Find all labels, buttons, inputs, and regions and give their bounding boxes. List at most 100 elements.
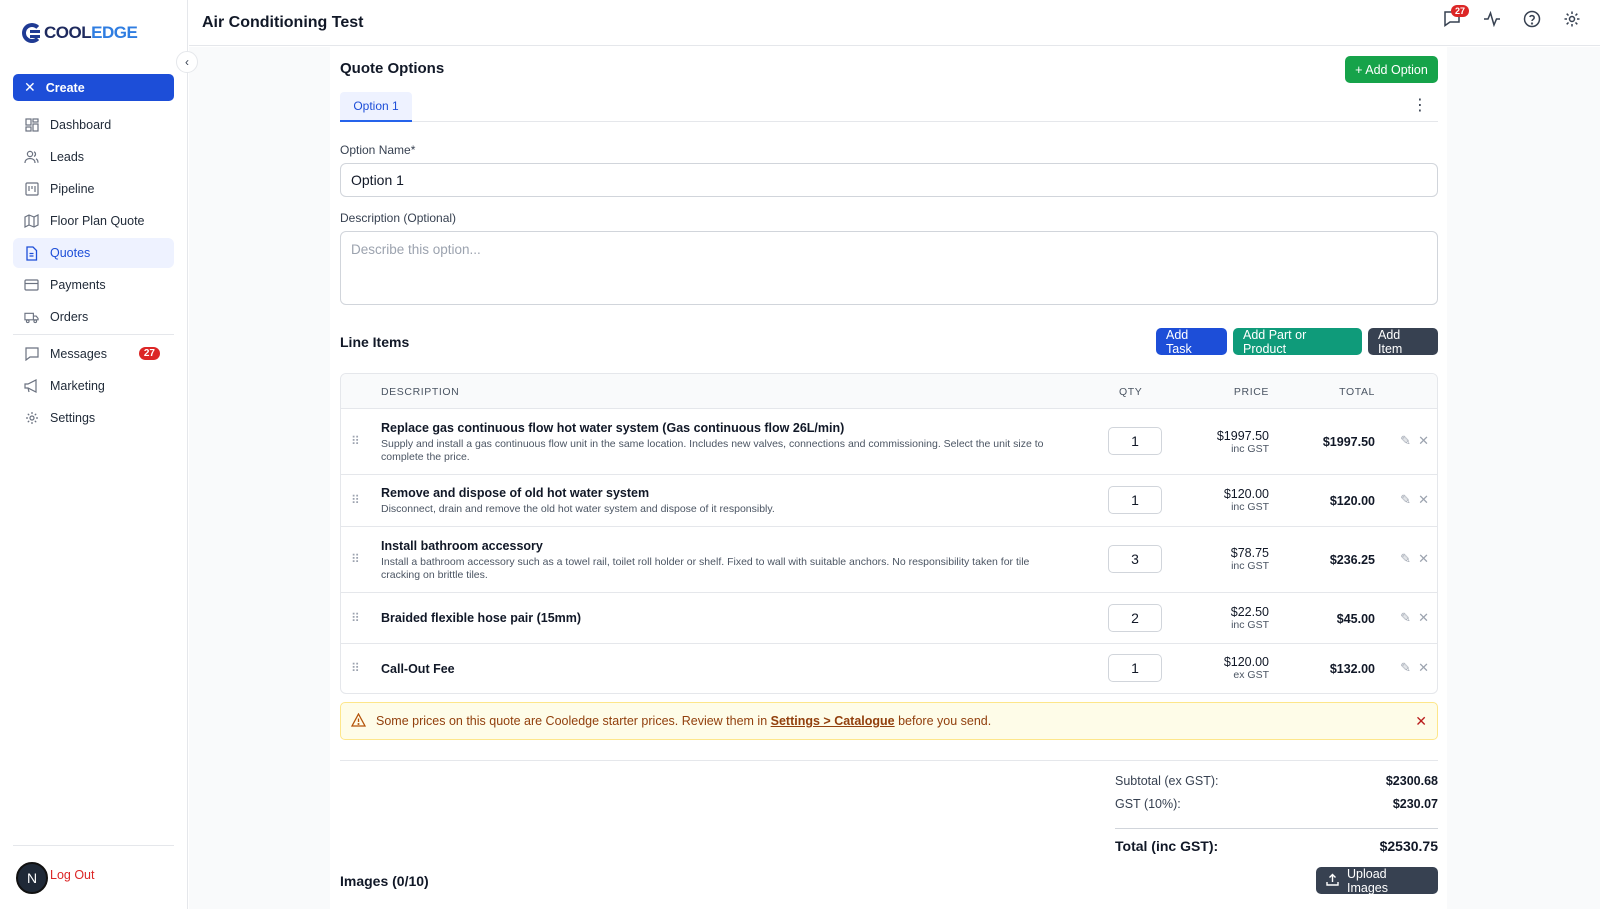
warning-text: Some prices on this quote are Cooledge s…: [376, 714, 991, 728]
sidebar-item-messages[interactable]: Messages 27: [13, 339, 174, 369]
sidebar-item-dashboard[interactable]: Dashboard: [13, 110, 174, 140]
option-name-label: Option Name*: [340, 143, 1438, 157]
quote-options-title: Quote Options: [340, 60, 445, 77]
settings-button[interactable]: [1562, 11, 1582, 31]
sidebar-item-leads[interactable]: Leads: [13, 142, 174, 172]
collapse-sidebar-button[interactable]: ‹: [176, 51, 198, 73]
table-header: DESCRIPTION QTY PRICE TOTAL: [341, 374, 1437, 409]
warning-triangle-icon: [350, 712, 367, 730]
total-label: Total (inc GST):: [1115, 838, 1219, 854]
line-item-price: $120.00 ex GST: [1224, 655, 1269, 681]
line-item-price: $120.00 inc GST: [1224, 487, 1269, 513]
sidebar-item-label: Pipeline: [50, 182, 95, 196]
subtotal-line: Subtotal (ex GST): $2300.68: [1115, 774, 1438, 797]
activity-icon: [1483, 10, 1501, 32]
drag-handle-icon[interactable]: ⠿: [351, 611, 360, 625]
line-item-price: $1997.50 inc GST: [1217, 429, 1269, 455]
pencil-icon[interactable]: ✎: [1400, 433, 1411, 449]
quote-panel: Quote Options + Add Option Option 1 ⋮ Op…: [330, 47, 1447, 909]
upload-icon: [1326, 873, 1339, 889]
drag-handle-icon[interactable]: ⠿: [351, 493, 360, 507]
more-vertical-icon[interactable]: ⋮: [1412, 98, 1428, 114]
quantity-input[interactable]: 1: [1108, 486, 1162, 514]
settings-catalogue-link[interactable]: Settings > Catalogue: [771, 714, 895, 728]
add-part-or-product-button[interactable]: Add Part or Product: [1233, 328, 1362, 356]
sidebar-item-label: Payments: [50, 278, 106, 292]
activity-button[interactable]: [1482, 10, 1502, 32]
totals-divider: [340, 760, 1438, 761]
kanban-icon: [24, 182, 39, 197]
add-item-button[interactable]: Add Item: [1368, 328, 1438, 356]
remove-icon[interactable]: ✕: [1418, 660, 1429, 676]
sidebar-item-quotes[interactable]: Quotes: [13, 238, 174, 268]
option-name-group: Option Name* Option 1: [340, 143, 1438, 197]
line-item-title: Call-Out Fee: [381, 662, 455, 676]
table-row: ⠿ Replace gas continuous flow hot water …: [341, 409, 1437, 475]
gear-icon: [24, 411, 39, 426]
pencil-icon[interactable]: ✎: [1400, 492, 1411, 508]
avatar[interactable]: N: [16, 862, 48, 894]
line-item-description: Braided flexible hose pair (15mm): [381, 611, 1071, 625]
sidebar-item-label: Dashboard: [50, 118, 112, 132]
column-header-price: PRICE: [1233, 386, 1269, 398]
quantity-input[interactable]: 1: [1108, 654, 1162, 682]
upload-images-label: Upload Images: [1347, 866, 1388, 895]
sidebar-item-marketing[interactable]: Marketing: [13, 371, 174, 401]
sidebar: COOLEDGE ✕ Create Dashboard Leads Pipeli…: [0, 0, 188, 909]
remove-icon[interactable]: ✕: [1418, 433, 1429, 449]
add-task-button[interactable]: Add Task: [1156, 328, 1227, 356]
line-item-description: Remove and dispose of old hot water syst…: [381, 486, 1071, 516]
sidebar-item-settings[interactable]: Settings: [13, 403, 174, 433]
dashboard-icon: [24, 118, 39, 133]
drag-handle-icon[interactable]: ⠿: [351, 434, 360, 448]
notifications-button[interactable]: 27: [1442, 5, 1469, 31]
description-textarea[interactable]: Describe this option...: [340, 231, 1438, 305]
drag-handle-icon[interactable]: ⠿: [351, 661, 360, 675]
line-item-subtitle: Supply and install a gas continuous flow…: [381, 438, 1044, 463]
sidebar-item-payments[interactable]: Payments: [13, 270, 174, 300]
sidebar-footer-divider: [13, 845, 174, 846]
line-items-actions: Add Task Add Part or Product Add Item: [1156, 328, 1438, 356]
option-name-label-text: Option Name: [340, 143, 411, 157]
create-button[interactable]: ✕ Create: [13, 74, 174, 101]
remove-icon[interactable]: ✕: [1418, 551, 1429, 567]
notifications-count-badge: 27: [1450, 5, 1469, 17]
sidebar-item-label: Messages: [50, 347, 107, 361]
line-item-price: $78.75 inc GST: [1231, 546, 1269, 572]
quantity-input[interactable]: 3: [1108, 545, 1162, 573]
add-option-button[interactable]: + Add Option: [1345, 56, 1438, 83]
pencil-icon[interactable]: ✎: [1400, 551, 1411, 567]
credit-card-icon: [24, 278, 39, 293]
line-items-header: Line Items Add Task Add Part or Product …: [340, 328, 1438, 356]
sidebar-item-orders[interactable]: Orders: [13, 302, 174, 332]
price-value: $22.50: [1230, 605, 1269, 619]
sidebar-item-label: Leads: [50, 150, 85, 164]
pencil-icon[interactable]: ✎: [1400, 610, 1411, 626]
logout-link[interactable]: Log Out: [50, 868, 94, 882]
chat-icon: [24, 347, 39, 362]
tab-option-1[interactable]: Option 1: [340, 92, 412, 122]
sidebar-item-floor-plan-quote[interactable]: Floor Plan Quote: [13, 206, 174, 236]
remove-icon[interactable]: ✕: [1418, 610, 1429, 626]
help-button[interactable]: [1522, 10, 1542, 31]
remove-icon[interactable]: ✕: [1418, 492, 1429, 508]
line-item-total: $120.00: [1329, 494, 1375, 508]
pencil-icon[interactable]: ✎: [1400, 660, 1411, 676]
quantity-input[interactable]: 1: [1108, 427, 1162, 455]
quantity-input[interactable]: 2: [1108, 604, 1162, 632]
option-name-input[interactable]: Option 1: [340, 163, 1438, 197]
gst-note: inc GST: [1231, 501, 1269, 513]
upload-images-button[interactable]: Upload Images: [1316, 866, 1438, 895]
price-value: $120.00: [1223, 487, 1269, 501]
sidebar-item-pipeline[interactable]: Pipeline: [13, 174, 174, 204]
chevron-left-icon: ‹: [185, 55, 189, 69]
totals-summary: Subtotal (ex GST): $2300.68 GST (10%): $…: [1115, 774, 1438, 862]
drag-handle-icon[interactable]: ⠿: [351, 552, 360, 566]
sidebar-item-label: Quotes: [50, 246, 91, 260]
logo-text-secondary: EDGE: [91, 23, 138, 42]
option-tabs: Option 1 ⋮: [340, 92, 1438, 122]
line-item-title: Braided flexible hose pair (15mm): [381, 611, 582, 625]
close-icon[interactable]: ✕: [1415, 713, 1427, 730]
top-bar-actions: 27: [1442, 5, 1582, 32]
logo[interactable]: COOLEDGE: [22, 22, 138, 44]
